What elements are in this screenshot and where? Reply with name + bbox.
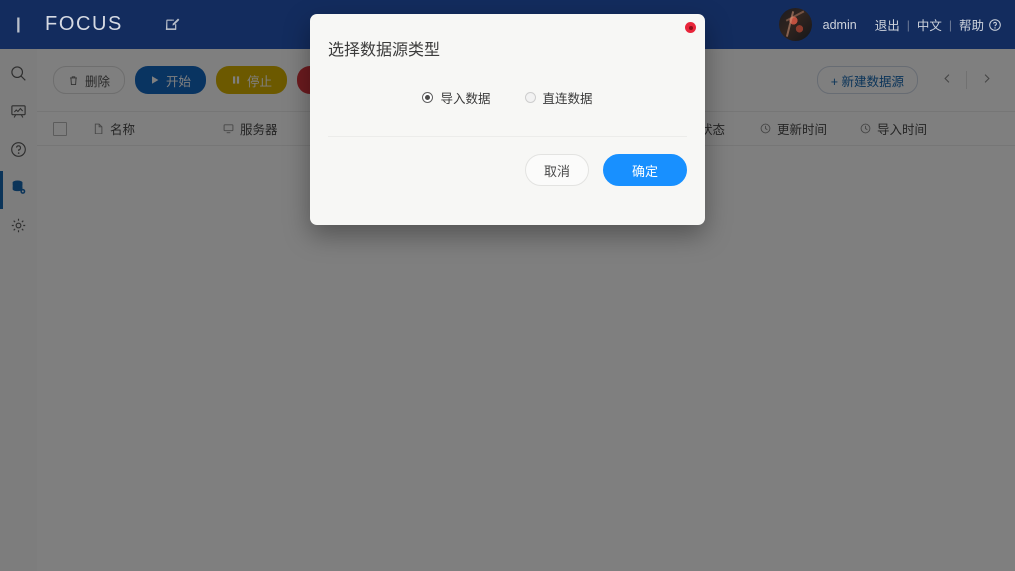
separator-1: | — [906, 17, 910, 32]
help-link[interactable]: 帮助 — [959, 15, 984, 34]
cancel-button[interactable]: 取消 — [525, 154, 589, 186]
datasource-type-radio-group: 导入数据 直连数据 — [422, 88, 593, 107]
help-circle-icon[interactable] — [989, 18, 1001, 31]
language-link[interactable]: 中文 — [917, 15, 942, 34]
radio-import-data-label: 导入数据 — [440, 92, 491, 106]
cancel-label: 取消 — [543, 163, 570, 179]
radio-direct-connect[interactable]: 直连数据 — [524, 88, 593, 107]
logout-link[interactable]: 退出 — [875, 15, 900, 34]
confirm-button[interactable]: 确定 — [603, 154, 687, 186]
close-dot-icon[interactable] — [685, 22, 696, 33]
brand-logo[interactable]: FOCUS — [14, 13, 123, 36]
radio-direct-connect-label: 直连数据 — [542, 92, 593, 106]
dialog-title: 选择数据源类型 — [328, 42, 441, 59]
confirm-label: 确定 — [631, 163, 658, 179]
datasource-type-dialog: 选择数据源类型 导入数据 直连数据 取消 确定 — [310, 14, 705, 225]
separator-2: | — [948, 17, 952, 32]
edit-square-icon[interactable] — [165, 17, 180, 32]
dialog-footer: 取消 确定 — [310, 137, 705, 186]
dialog-body: 导入数据 直连数据 — [310, 60, 705, 136]
username-label: admin — [822, 17, 857, 32]
brand-name: FOCUS — [45, 13, 123, 35]
crescent-moon-icon — [14, 14, 36, 36]
radio-unselected-icon — [524, 92, 536, 103]
radio-selected-icon — [422, 92, 434, 103]
avatar[interactable] — [778, 8, 812, 41]
header-user-area: admin 退出 | 中文 | 帮助 — [778, 8, 1001, 41]
radio-import-data[interactable]: 导入数据 — [422, 88, 491, 107]
